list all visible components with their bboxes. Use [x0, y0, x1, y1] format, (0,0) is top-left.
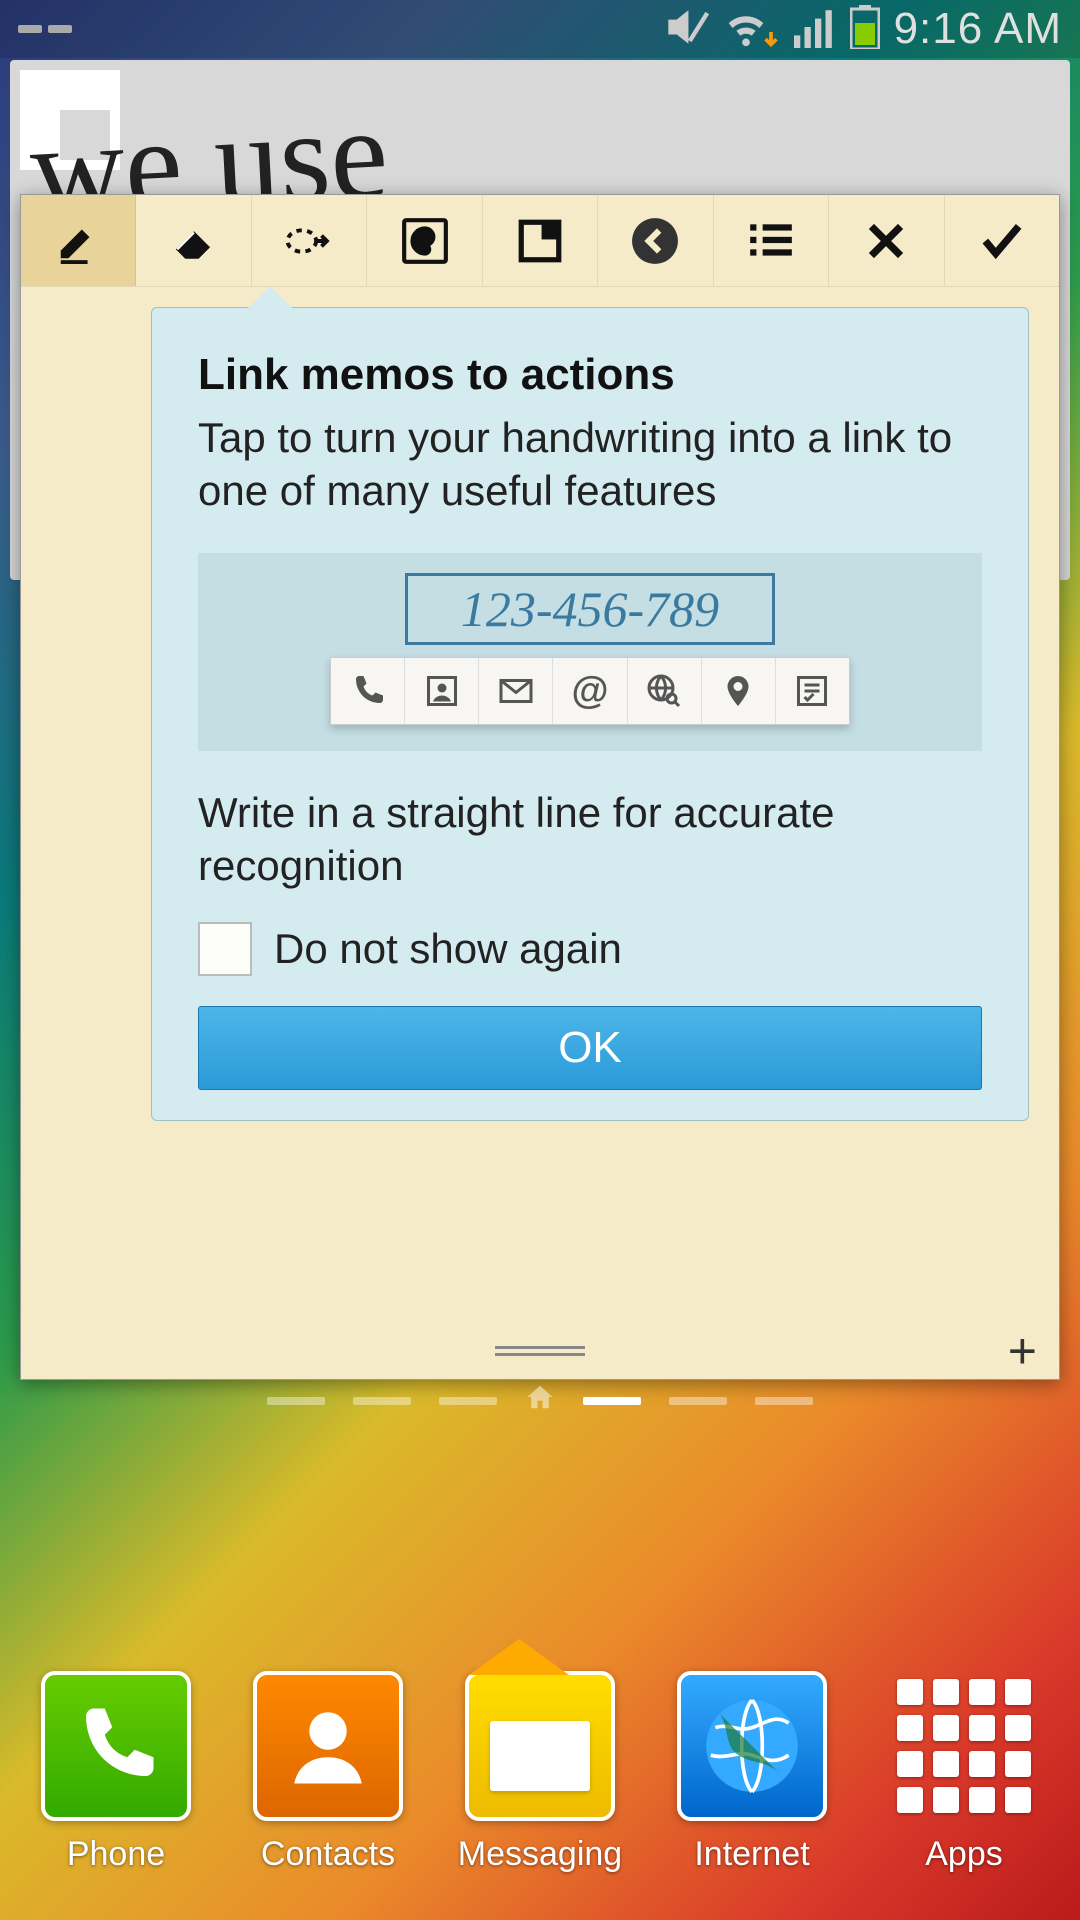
handwriting-sample: 123-456-789 [405, 573, 775, 645]
status-bar: 9:16 AM [0, 0, 1080, 58]
list-button[interactable] [714, 195, 829, 286]
call-icon [331, 658, 405, 724]
internet-app-label: Internet [694, 1835, 809, 1874]
location-icon [702, 658, 776, 724]
tooltip-example: 123-456-789 @ [198, 553, 982, 751]
phone-app-label: Phone [67, 1835, 165, 1874]
minimize-button[interactable] [483, 195, 598, 286]
add-page-button[interactable]: + [1008, 1322, 1037, 1380]
notification-dashes [18, 25, 72, 33]
ok-button[interactable]: OK [198, 1006, 982, 1090]
signal-icon [794, 6, 836, 53]
phone-app-icon [41, 1671, 191, 1821]
contacts-app-icon [253, 1671, 403, 1821]
tooltip-title: Link memos to actions [198, 350, 982, 400]
dont-show-label: Do not show again [274, 925, 622, 973]
contacts-app-label: Contacts [261, 1835, 395, 1874]
battery-icon [850, 5, 880, 54]
messaging-app-icon [465, 1671, 615, 1821]
at-icon: @ [553, 658, 627, 724]
link-action-button[interactable] [252, 195, 367, 286]
internet-app-icon [677, 1671, 827, 1821]
memo-footer: + [21, 1323, 1059, 1379]
eraser-tool-button[interactable] [136, 195, 251, 286]
back-button[interactable] [598, 195, 713, 286]
wifi-icon [723, 4, 779, 55]
contact-icon [405, 658, 479, 724]
hint-tooltip: Link memos to actions Tap to turn your h… [151, 307, 1029, 1121]
home-icon[interactable] [525, 1382, 555, 1420]
messaging-app-label: Messaging [458, 1835, 622, 1874]
apps-drawer-icon [889, 1671, 1039, 1821]
cancel-button[interactable] [829, 195, 944, 286]
task-icon [776, 658, 849, 724]
palette-button[interactable] [367, 195, 482, 286]
apps-drawer-label: Apps [925, 1835, 1003, 1874]
phone-app[interactable]: Phone [21, 1671, 211, 1874]
resize-handle[interactable] [495, 1346, 585, 1356]
action-memo-panel: Link memos to actions Tap to turn your h… [20, 194, 1060, 1380]
home-page-indicator [0, 1382, 1080, 1420]
tooltip-description: Tap to turn your handwriting into a link… [198, 412, 982, 517]
contacts-app[interactable]: Contacts [233, 1671, 423, 1874]
globe-search-icon [628, 658, 702, 724]
clock-time: 9:16 AM [894, 4, 1062, 54]
messaging-app[interactable]: Messaging [445, 1671, 635, 1874]
apps-drawer[interactable]: Apps [869, 1671, 1059, 1874]
tooltip-tip: Write in a straight line for accurate re… [198, 787, 982, 892]
internet-app[interactable]: Internet [657, 1671, 847, 1874]
pen-tool-button[interactable] [21, 195, 136, 286]
memo-toolbar [21, 195, 1059, 287]
mail-icon [479, 658, 553, 724]
dock: Phone Contacts Messaging Internet Apps [0, 1642, 1080, 1902]
dont-show-checkbox[interactable] [198, 922, 252, 976]
mute-icon [667, 6, 709, 53]
confirm-button[interactable] [945, 195, 1059, 286]
link-actions-row: @ [330, 657, 850, 725]
